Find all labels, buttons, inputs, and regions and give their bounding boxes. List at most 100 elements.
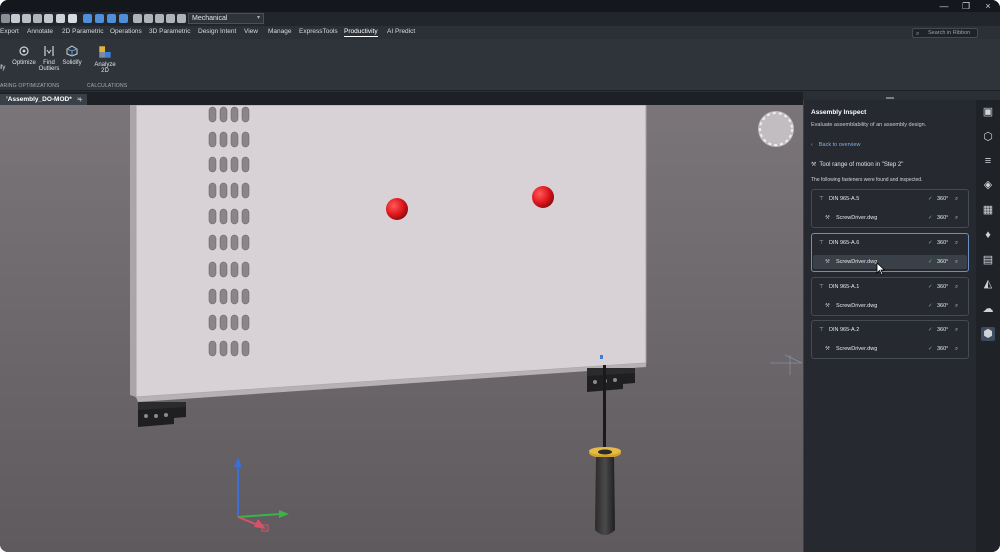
- tool-row-hovered[interactable]: ⚒ ScrewDriver.dwg ✓ 360° ⌕: [813, 255, 967, 269]
- tool-range-label: Tool range of motion in "Step 2": [819, 162, 904, 168]
- zoom-icon[interactable]: ⌕: [955, 323, 958, 337]
- ribbon-search-placeholder: Search in Ribbon: [928, 30, 971, 36]
- check-icon: ✓: [928, 240, 933, 246]
- fastener-marker[interactable]: [532, 186, 554, 208]
- fastener-row[interactable]: ⊤ DIN 965-A.5 ✓ 360° ⌕: [813, 192, 967, 206]
- fastener-card[interactable]: ⊤ DIN 965-A.5 ✓ 360° ⌕ ⚒ ScrewDriver.dwg…: [811, 189, 969, 228]
- analyze-2d-button[interactable]: Analyze 2D: [92, 45, 118, 74]
- image-icon[interactable]: [177, 14, 186, 23]
- fastener-name: DIN 965-A.6: [829, 240, 860, 246]
- tool-angle: 360°: [937, 259, 949, 265]
- screw-icon: ⊤: [819, 196, 824, 202]
- grid-icon[interactable]: [33, 14, 42, 23]
- fastener-card-selected[interactable]: ⊤ DIN 965-A.6 ✓ 360° ⌕ ⚒ ScrewDriver.dwg…: [811, 233, 969, 272]
- pen-icon[interactable]: [11, 14, 20, 23]
- sliders-icon[interactable]: [166, 14, 175, 23]
- new-icon[interactable]: [83, 14, 92, 23]
- ortho-icon[interactable]: [56, 14, 65, 23]
- zoom-icon[interactable]: ⌕: [955, 280, 958, 294]
- quick-access-toolbar: [0, 12, 1000, 26]
- find-outliers-label-2: Outliers: [38, 66, 60, 72]
- zoom-icon[interactable]: ⌕: [955, 192, 958, 206]
- fastener-card[interactable]: ⊤ DIN 965-A.2 ✓ 360° ⌕ ⚒ ScrewDriver.dwg…: [811, 320, 969, 359]
- tab-manage[interactable]: Manage: [268, 28, 292, 35]
- snap-icon[interactable]: [44, 14, 53, 23]
- sliders-icon[interactable]: ≡: [981, 154, 995, 168]
- fastener-row[interactable]: ⊤ DIN 965-A.2 ✓ 360° ⌕: [813, 323, 967, 337]
- tool-name: ScrewDriver.dwg: [836, 303, 878, 309]
- group-label-calculations: CALCULATIONS: [87, 83, 128, 89]
- properties-icon[interactable]: [144, 14, 153, 23]
- solidify-button[interactable]: Solidify: [60, 45, 84, 66]
- tab-3d-parametric[interactable]: 3D Parametric: [149, 28, 191, 35]
- tool-row[interactable]: ⚒ ScrewDriver.dwg ✓ 360° ⌕: [813, 299, 967, 313]
- fastener-row[interactable]: ⊤ DIN 965-A.6 ✓ 360° ⌕: [813, 236, 967, 250]
- mouse-cursor-icon: [876, 262, 886, 276]
- tool-angle: 360°: [937, 346, 949, 352]
- check-icon: ✓: [928, 215, 933, 221]
- tab-export[interactable]: Export: [0, 28, 19, 35]
- right-icon-bar: ▣ ⬡ ≡ ◈ ▦ ♦ ▤ ◭ ☁ ⬢: [976, 100, 1000, 552]
- back-to-overview-link[interactable]: ‹ Back to overview: [811, 142, 860, 148]
- match-icon[interactable]: [22, 14, 31, 23]
- check-icon: ✓: [928, 327, 933, 333]
- print-icon[interactable]: [119, 14, 128, 23]
- minimize-button[interactable]: —: [938, 1, 950, 11]
- tab-annotate[interactable]: Annotate: [27, 28, 53, 35]
- cube-icon[interactable]: ⬡: [981, 130, 995, 144]
- title-bar: — ❐ ×: [0, 0, 1000, 12]
- zoom-icon[interactable]: ⌕: [955, 236, 958, 250]
- zoom-icon[interactable]: ⌕: [955, 342, 958, 356]
- ribbon-search-input[interactable]: ⌕ Search in Ribbon: [912, 28, 978, 38]
- pin-icon[interactable]: ♦: [981, 228, 995, 242]
- zoom-icon[interactable]: ⌕: [955, 211, 958, 225]
- document-tab[interactable]: ’Assembly_DO-MOD* ×: [0, 94, 87, 105]
- fastener-name: DIN 965-A.2: [829, 327, 860, 333]
- grid-blocks-icon[interactable]: ▦: [981, 203, 995, 217]
- view-navigator[interactable]: [758, 111, 794, 147]
- workspace-select[interactable]: Mechanical ▾: [188, 13, 264, 24]
- tab-2d-parametric[interactable]: 2D Parametric: [62, 28, 104, 35]
- properties-panel-icon[interactable]: ▣: [981, 105, 995, 119]
- fastener-card[interactable]: ⊤ DIN 965-A.1 ✓ 360° ⌕ ⚒ ScrewDriver.dwg…: [811, 277, 969, 316]
- optimize-button[interactable]: Optimize: [11, 45, 37, 66]
- save-icon[interactable]: [107, 14, 116, 23]
- restore-button[interactable]: ❐: [960, 1, 972, 11]
- fastener-angle: 360°: [937, 240, 949, 246]
- open-icon[interactable]: [95, 14, 104, 23]
- panel-grip-icon[interactable]: [886, 97, 894, 99]
- fastener-name: DIN 965-A.5: [829, 196, 860, 202]
- find-outliers-button[interactable]: Find Outliers: [37, 45, 61, 72]
- zoom-icon[interactable]: ⌕: [955, 299, 958, 313]
- wrench-icon: ⚒: [825, 303, 830, 309]
- zoom-icon[interactable]: ⌕: [955, 255, 958, 269]
- layers-icon[interactable]: ◈: [981, 178, 995, 192]
- qat-dropdown-icon[interactable]: [1, 14, 10, 23]
- solidify-partial-button[interactable]: lify: [0, 65, 5, 71]
- polar-icon[interactable]: [68, 14, 77, 23]
- panel-title: Assembly Inspect: [811, 109, 867, 116]
- fastener-row[interactable]: ⊤ DIN 965-A.1 ✓ 360° ⌕: [813, 280, 967, 294]
- close-window-button[interactable]: ×: [982, 1, 994, 11]
- layers-icon[interactable]: [133, 14, 142, 23]
- settings-icon[interactable]: [155, 14, 164, 23]
- model-viewport[interactable]: [0, 105, 803, 552]
- fastener-marker[interactable]: [386, 198, 408, 220]
- tool-row[interactable]: ⚒ ScrewDriver.dwg ✓ 360° ⌕: [813, 342, 967, 356]
- table-icon[interactable]: ▤: [981, 253, 995, 267]
- enclosure-panel[interactable]: [130, 105, 647, 402]
- tool-row[interactable]: ⚒ ScrewDriver.dwg ✓ 360° ⌕: [813, 211, 967, 225]
- tab-ai-predict[interactable]: AI Predict: [387, 28, 415, 35]
- document-tab-bar: ’Assembly_DO-MOD* × +: [0, 92, 803, 105]
- tab-productivity[interactable]: Productivity: [344, 28, 378, 37]
- assembly-inspect-icon[interactable]: ⬢: [981, 327, 995, 341]
- add-tab-icon[interactable]: +: [78, 95, 83, 104]
- tab-expresstools[interactable]: ExpressTools: [299, 28, 338, 35]
- material-icon[interactable]: ◭: [981, 277, 995, 291]
- tab-operations[interactable]: Operations: [110, 28, 142, 35]
- tab-view[interactable]: View: [244, 28, 258, 35]
- tab-design-intent[interactable]: Design Intent: [198, 28, 236, 35]
- workspace-value: Mechanical: [192, 15, 228, 22]
- cloud-icon[interactable]: ☁: [981, 302, 995, 316]
- tool-angle: 360°: [937, 303, 949, 309]
